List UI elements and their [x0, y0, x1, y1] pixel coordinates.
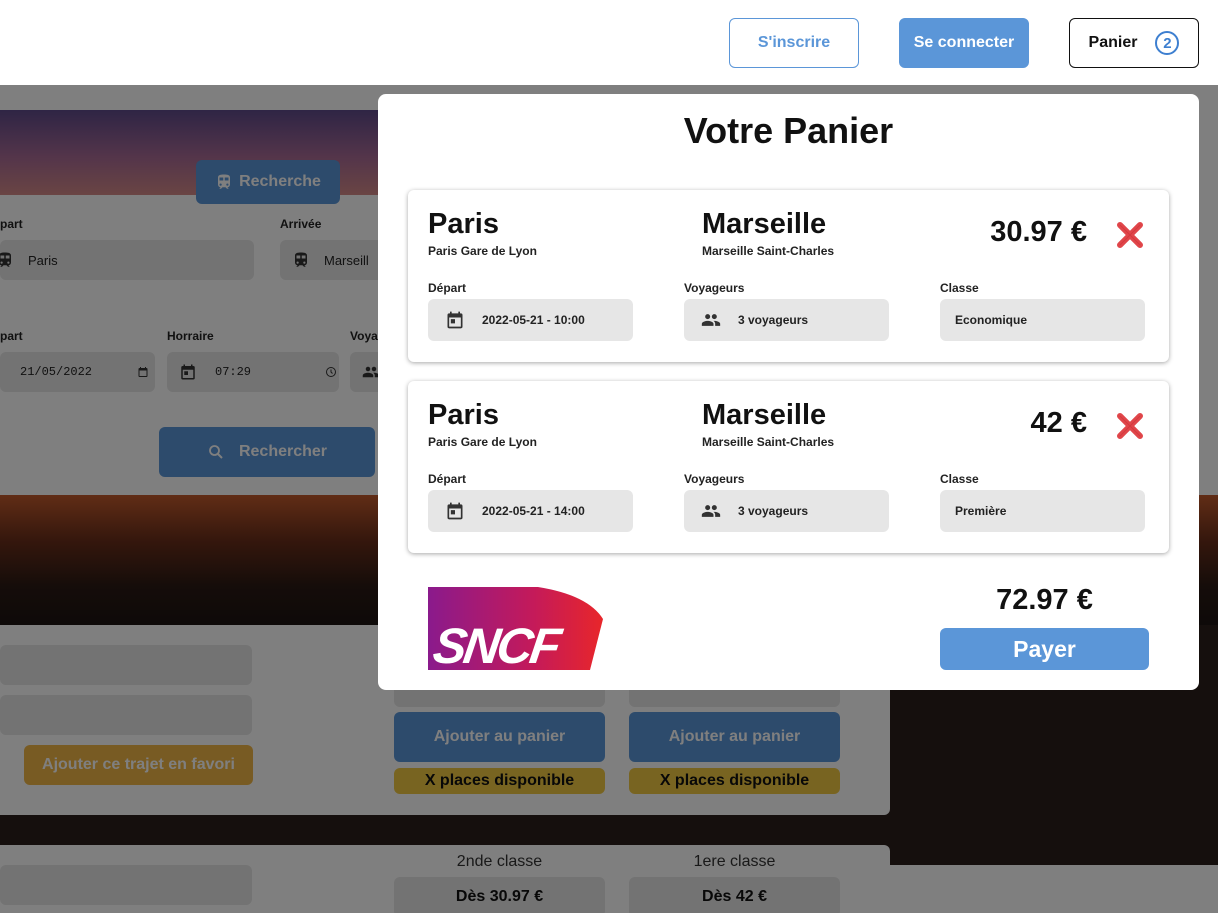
delete-icon[interactable] [1115, 411, 1145, 441]
sncf-logo: SNCF [428, 587, 603, 670]
delete-icon[interactable] [1115, 220, 1145, 250]
depart-label: Départ [428, 472, 467, 486]
to-city: Marseille [702, 399, 827, 431]
calendar-icon [447, 311, 463, 329]
classe-label: Classe [940, 472, 979, 486]
trip-class: Première [955, 504, 1007, 518]
trip-price: 42 € [1030, 407, 1087, 439]
cart-button[interactable]: Panier 2 [1069, 18, 1199, 68]
trip-class-field: Economique [940, 299, 1145, 341]
sncf-logo-text: SNCF [430, 618, 566, 670]
voyageurs-label: Voyageurs [684, 472, 745, 486]
to-station: Marseille Saint-Charles [702, 244, 835, 258]
trip-travelers: 3 voyageurs [738, 504, 809, 518]
trip-datetime-field: 2022-05-21 - 14:00 [428, 490, 633, 532]
from-city: Paris [428, 399, 499, 431]
voyageurs-label: Voyageurs [684, 281, 745, 295]
cart-trip-card: Paris Paris Gare de Lyon Marseille Marse… [408, 381, 1169, 553]
trip-datetime: 2022-05-21 - 10:00 [482, 313, 585, 327]
depart-label: Départ [428, 281, 467, 295]
modal-title: Votre Panier [683, 110, 894, 151]
to-station: Marseille Saint-Charles [702, 435, 835, 449]
login-button[interactable]: Se connecter [899, 18, 1029, 68]
people-icon [701, 505, 721, 517]
trip-datetime-field: 2022-05-21 - 10:00 [428, 299, 633, 341]
from-city: Paris [428, 208, 499, 240]
cart-modal: Votre Panier Paris Paris Gare de Lyon Ma… [378, 94, 1199, 690]
from-station: Paris Gare de Lyon [428, 244, 537, 258]
trip-travelers-field: 3 voyageurs [684, 299, 889, 341]
pay-button[interactable]: Payer [940, 628, 1149, 670]
to-city: Marseille [702, 208, 827, 240]
trip-travelers: 3 voyageurs [738, 313, 809, 327]
people-icon [701, 314, 721, 326]
trip-class: Economique [955, 313, 1028, 327]
calendar-icon [447, 502, 463, 520]
cart-label: Panier [1088, 34, 1138, 51]
cart-count-badge: 2 [1155, 31, 1180, 55]
cart-trip-card: Paris Paris Gare de Lyon Marseille Marse… [408, 190, 1169, 362]
signup-button[interactable]: S'inscrire [729, 18, 859, 68]
trip-datetime: 2022-05-21 - 14:00 [482, 504, 585, 518]
trip-price: 30.97 € [990, 216, 1087, 248]
cart-total: 72.97 € [996, 584, 1093, 616]
from-station: Paris Gare de Lyon [428, 435, 537, 449]
top-header: S'inscrire Se connecter Panier 2 [0, 0, 1218, 85]
trip-class-field: Première [940, 490, 1145, 532]
classe-label: Classe [940, 281, 979, 295]
trip-travelers-field: 3 voyageurs [684, 490, 889, 532]
